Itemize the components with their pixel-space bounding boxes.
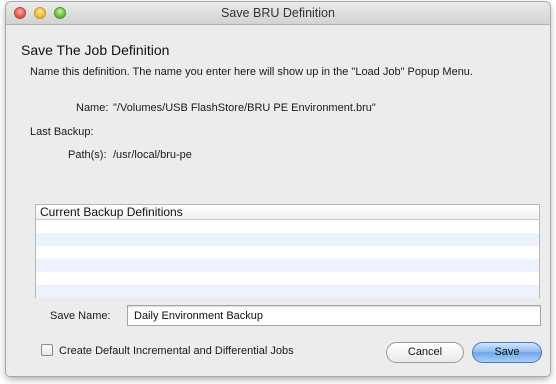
default-jobs-checkbox[interactable]: [41, 344, 53, 356]
paths-value: /usr/local/bru-pe: [113, 149, 192, 161]
table-row[interactable]: [36, 272, 539, 285]
name-value: "/Volumes/USB FlashStore/BRU PE Environm…: [113, 102, 376, 114]
table-row[interactable]: [36, 259, 539, 272]
table-row[interactable]: [36, 220, 539, 233]
table-row[interactable]: [36, 233, 539, 246]
section-heading: Save The Job Definition: [21, 42, 170, 58]
dialog-window: Save BRU Definition Save The Job Definit…: [6, 2, 550, 376]
default-jobs-label[interactable]: Create Default Incremental and Different…: [59, 345, 294, 357]
save-button[interactable]: Save: [472, 342, 542, 363]
table-row[interactable]: [36, 285, 539, 298]
save-name-label: Save Name:: [50, 310, 111, 322]
cancel-button[interactable]: Cancel: [386, 342, 464, 363]
table-row[interactable]: [36, 246, 539, 259]
table-header[interactable]: Current Backup Definitions: [36, 205, 539, 220]
last-backup-label: Last Backup:: [30, 126, 94, 138]
title-bar[interactable]: Save BRU Definition: [6, 2, 550, 25]
backup-definitions-table[interactable]: Current Backup Definitions: [35, 204, 540, 298]
name-label: Name:: [76, 102, 109, 114]
paths-label: Path(s):: [68, 149, 107, 161]
save-name-input[interactable]: [127, 305, 541, 326]
section-description: Name this definition. The name you enter…: [30, 66, 473, 78]
window-title: Save BRU Definition: [221, 6, 335, 20]
